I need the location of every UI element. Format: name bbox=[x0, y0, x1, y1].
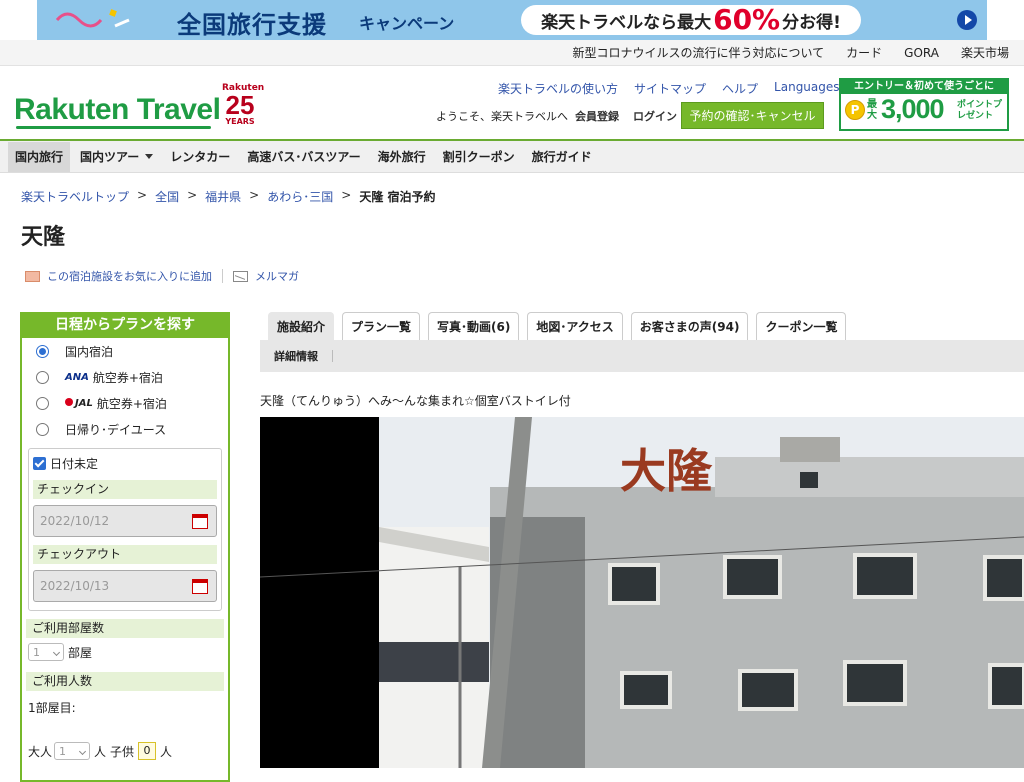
rooms-select[interactable]: 1 bbox=[28, 643, 64, 661]
breadcrumb-awara[interactable]: あわら･三国 bbox=[267, 188, 333, 205]
tab-map[interactable]: 地図･アクセス bbox=[527, 312, 623, 340]
ana-logo-icon: ANA bbox=[65, 371, 89, 383]
radio-ana[interactable] bbox=[36, 370, 49, 384]
util-link-ichiba[interactable]: 楽天市場 bbox=[961, 44, 1009, 61]
child-count[interactable]: 0 bbox=[138, 742, 157, 760]
mail-icon bbox=[233, 270, 248, 282]
campaign-title: 全国旅行支援 bbox=[177, 11, 327, 39]
breadcrumb-current: 天隆 宿泊予約 bbox=[359, 190, 436, 204]
page-title: 天隆 bbox=[21, 225, 66, 250]
util-link-gora[interactable]: GORA bbox=[904, 46, 939, 60]
hotel-photo[interactable]: 大隆 bbox=[260, 417, 1024, 768]
option-ana[interactable]: ANA 航空券+宿泊 bbox=[22, 364, 228, 390]
checkbox-checked-icon bbox=[33, 456, 46, 470]
tab-reviews[interactable]: お客さまの声(94) bbox=[630, 312, 749, 340]
tab-overview[interactable]: 施設紹介 bbox=[268, 312, 335, 340]
svg-text:大隆: 大隆 bbox=[620, 444, 713, 498]
date-box: 日付未定 チェックイン 2022/10/12 チェックアウト 2022/10/1… bbox=[28, 448, 222, 611]
util-link-covid[interactable]: 新型コロナウイルスの流行に伴う対応について bbox=[573, 44, 825, 61]
pill-post: 分お得! bbox=[782, 12, 841, 33]
calendar-icon[interactable] bbox=[192, 514, 208, 529]
sidebar-heading: 日程からプランを探す bbox=[22, 314, 228, 338]
logo-swoosh bbox=[16, 126, 211, 129]
rooms-row: 1 部屋 bbox=[22, 640, 228, 664]
tab-coupons[interactable]: クーポン一覧 bbox=[756, 312, 847, 340]
link-help[interactable]: ヘルプ bbox=[722, 80, 758, 97]
link-how-to-use[interactable]: 楽天トラベルの使い方 bbox=[498, 80, 618, 97]
points-promo-banner[interactable]: エントリー＆初めて使うごとに P 最大 3,000 ポイントプレゼント bbox=[839, 78, 1009, 131]
subtab-details[interactable]: 詳細情報 bbox=[274, 348, 318, 364]
campaign-banner[interactable]: 全国旅行支援 キャンペーン 楽天トラベルなら最大 60% 分お得! bbox=[37, 0, 987, 40]
breadcrumb: 楽天トラベルトップ > 全国 > 福井県 > あわら･三国 > 天隆 宿泊予約 bbox=[21, 188, 436, 205]
checkout-input[interactable]: 2022/10/13 bbox=[33, 570, 217, 602]
welcome-text: ようこそ、楽天トラベルへ bbox=[436, 110, 568, 123]
hotel-tabs: 施設紹介 プラン一覧 写真･動画(6) 地図･アクセス お客さまの声(94) ク… bbox=[268, 312, 854, 340]
checkin-label: チェックイン bbox=[33, 480, 217, 499]
link-sitemap[interactable]: サイトマップ bbox=[634, 80, 706, 97]
option-domestic[interactable]: 国内宿泊 bbox=[22, 338, 228, 364]
util-link-card[interactable]: カード bbox=[846, 44, 882, 61]
radio-dayuse[interactable] bbox=[36, 422, 49, 436]
jal-logo-icon: JAL bbox=[65, 398, 93, 409]
subtab-bar: 詳細情報 bbox=[260, 340, 1024, 372]
favorite-icon bbox=[25, 270, 40, 282]
play-icon[interactable] bbox=[957, 10, 977, 30]
pill-pre: 楽天トラベルなら最大 bbox=[541, 12, 712, 33]
anniversary-badge: Rakuten 25 YEARS bbox=[222, 83, 265, 126]
site-header: Rakuten Travel Rakuten 25 YEARS 楽天トラベルの使… bbox=[0, 66, 1024, 139]
header-links: 楽天トラベルの使い方 サイトマップ ヘルプ Languages bbox=[498, 80, 869, 97]
discount-pill: 楽天トラベルなら最大 60% 分お得! bbox=[521, 5, 861, 35]
radio-jal[interactable] bbox=[36, 396, 49, 410]
hotel-actions: この宿泊施設をお気に入りに追加 メルマガ bbox=[25, 268, 299, 284]
checkin-input[interactable]: 2022/10/12 bbox=[33, 505, 217, 537]
guests-row: 大人 1 人 子供 0 人 bbox=[28, 742, 173, 760]
tab-plans[interactable]: プラン一覧 bbox=[342, 312, 421, 340]
campaign-subtitle: キャンペーン bbox=[359, 14, 455, 33]
nav-coupon[interactable]: 割引クーポン bbox=[436, 142, 522, 172]
breadcrumb-national[interactable]: 全国 bbox=[155, 188, 179, 205]
breadcrumb-top[interactable]: 楽天トラベルトップ bbox=[21, 188, 129, 205]
point-coin-icon: P bbox=[845, 100, 865, 120]
hotel-catchphrase: 天隆（てんりゅう）へみ～んな集まれ☆個室バストイレ付 bbox=[260, 394, 571, 408]
rooms-label: ご利用部屋数 bbox=[26, 619, 224, 638]
confetti-icon bbox=[55, 9, 130, 28]
tab-photos[interactable]: 写真･動画(6) bbox=[428, 312, 520, 340]
breadcrumb-fukui[interactable]: 福井県 bbox=[205, 188, 241, 205]
main-nav: 国内旅行 国内ツアー レンタカー 高速バス･バスツアー 海外旅行 割引クーポン … bbox=[0, 139, 1024, 173]
promo-max-label: 最大 bbox=[867, 99, 877, 121]
login-link[interactable]: ログイン bbox=[633, 108, 677, 124]
promo-point-label: ポイントプレゼント bbox=[957, 100, 1003, 121]
checkout-label: チェックアウト bbox=[33, 545, 217, 564]
nav-domestic-travel[interactable]: 国内旅行 bbox=[8, 141, 71, 172]
calendar-icon[interactable] bbox=[192, 579, 208, 594]
radio-domestic[interactable] bbox=[36, 344, 49, 358]
utility-bar: 新型コロナウイルスの流行に伴う対応について カード GORA 楽天市場 bbox=[0, 40, 1024, 66]
nav-overseas[interactable]: 海外旅行 bbox=[371, 142, 433, 172]
nav-domestic-tour[interactable]: 国内ツアー bbox=[73, 142, 160, 172]
plan-search-sidebar: 日程からプランを探す 国内宿泊 ANA 航空券+宿泊 JAL 航空券+宿泊 日帰り･… bbox=[20, 312, 230, 782]
room1-label: 1部屋目: bbox=[28, 700, 76, 715]
newsletter-link[interactable]: メルマガ bbox=[255, 268, 299, 284]
nav-rental-car[interactable]: レンタカー bbox=[163, 142, 237, 172]
option-jal[interactable]: JAL 航空券+宿泊 bbox=[22, 390, 228, 416]
adult-select[interactable]: 1 bbox=[54, 742, 91, 760]
add-favorite-link[interactable]: この宿泊施設をお気に入りに追加 bbox=[47, 268, 212, 284]
date-undecided-checkbox[interactable]: 日付未定 bbox=[33, 454, 217, 472]
reservation-check-button[interactable]: 予約の確認･キャンセル bbox=[681, 102, 824, 129]
campaign-banner-area: 全国旅行支援 キャンペーン 楽天トラベルなら最大 60% 分お得! bbox=[0, 0, 1024, 40]
chevron-down-icon bbox=[145, 154, 154, 159]
hotel-building-image: 大隆 bbox=[260, 417, 1024, 768]
guests-label: ご利用人数 bbox=[26, 672, 224, 691]
register-link[interactable]: 会員登録 bbox=[575, 108, 619, 124]
rakuten-travel-logo[interactable]: Rakuten Travel bbox=[14, 93, 221, 129]
nav-travel-guide[interactable]: 旅行ガイド bbox=[525, 142, 599, 172]
option-dayuse[interactable]: 日帰り･デイユース bbox=[22, 416, 228, 442]
promo-amount: 3,000 bbox=[881, 94, 945, 124]
nav-bus[interactable]: 高速バス･バスツアー bbox=[240, 142, 367, 172]
pill-percent: 60% bbox=[713, 3, 781, 36]
promo-top-text: エントリー＆初めて使うごとに bbox=[841, 80, 1007, 94]
